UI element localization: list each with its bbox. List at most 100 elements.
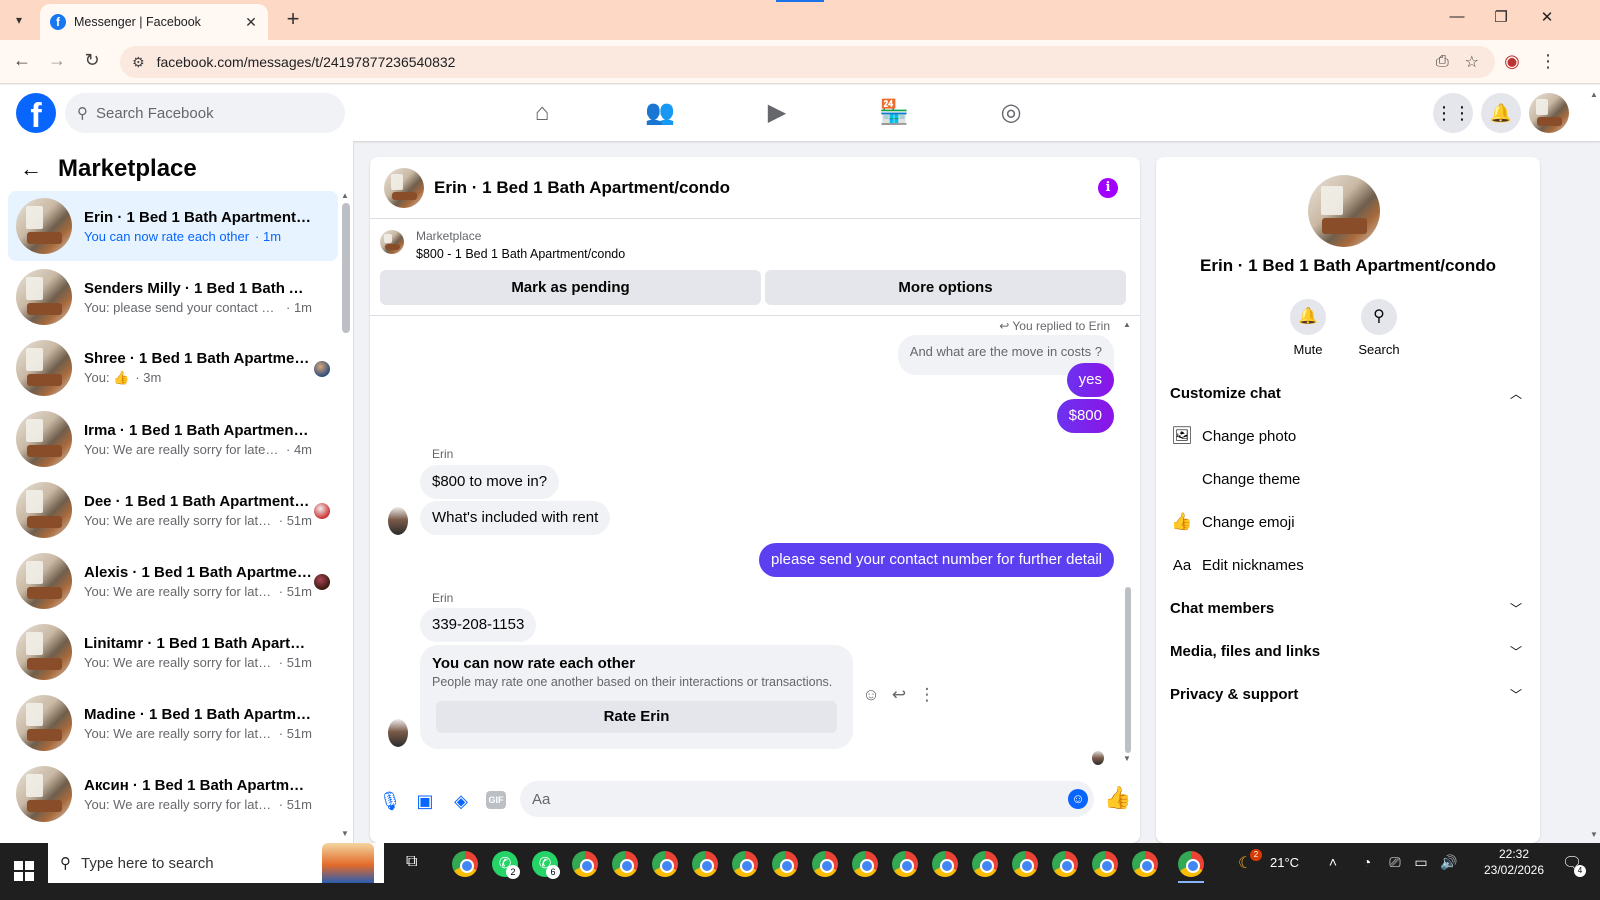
chrome-icon[interactable] xyxy=(1132,851,1158,877)
chrome-icon[interactable] xyxy=(1012,851,1038,877)
window-close-icon[interactable]: ✕ xyxy=(1532,8,1562,26)
mark-as-pending-button[interactable]: Mark as pending xyxy=(380,270,761,305)
task-view-icon[interactable]: ⧉ xyxy=(406,853,417,871)
conversation-item[interactable]: Madine · 1 Bed 1 Bath Apartment/condo Yo… xyxy=(8,688,338,758)
conversation-item[interactable]: Аксин · 1 Bed 1 Bath Apartment/condo You… xyxy=(8,759,338,829)
listing-title[interactable]: $800 - 1 Bed 1 Bath Apartment/condo xyxy=(416,247,625,261)
chrome-icon[interactable] xyxy=(852,851,878,877)
outgoing-message[interactable]: please send your contact number for furt… xyxy=(758,543,1114,577)
friends-icon[interactable]: 👥 xyxy=(643,97,677,129)
photo-icon[interactable]: ▣ xyxy=(413,789,437,813)
bell-icon[interactable]: 🔔 xyxy=(1481,93,1521,133)
meet-now-icon[interactable]: ⎚ xyxy=(1386,854,1404,871)
react-icon[interactable]: ☺ xyxy=(860,685,882,705)
chrome-icon[interactable] xyxy=(692,851,718,877)
chrome-icon[interactable] xyxy=(812,851,838,877)
chrome-icon[interactable] xyxy=(732,851,758,877)
address-bar[interactable]: ⚙ facebook.com/messages/t/24197877236540… xyxy=(120,46,1495,78)
battery-icon[interactable]: ▭ xyxy=(1412,854,1430,871)
conversation-item[interactable]: Alexis · 1 Bed 1 Bath Apartment/condo Yo… xyxy=(8,546,338,616)
chrome-icon[interactable] xyxy=(972,851,998,877)
groups-icon[interactable]: ◎ xyxy=(994,97,1028,129)
home-icon[interactable]: ⌂ xyxy=(525,97,559,129)
reply-icon[interactable]: ↩ xyxy=(888,685,910,705)
scroll-down-icon[interactable]: ▼ xyxy=(1123,754,1131,763)
profile-avatar[interactable] xyxy=(1529,93,1569,133)
list-scrollbar[interactable] xyxy=(342,203,350,333)
change-photo-item[interactable]: 🖼 Change photo xyxy=(1170,418,1526,454)
chat-members-section[interactable]: Chat members ﹀ xyxy=(1170,590,1526,626)
chrome-icon[interactable] xyxy=(1092,851,1118,877)
more-vert-icon[interactable]: ⋮ xyxy=(1536,51,1560,72)
message-input[interactable] xyxy=(520,781,1094,817)
scroll-up-icon[interactable]: ▲ xyxy=(1123,320,1131,329)
conversation-item[interactable]: Erin · 1 Bed 1 Bath Apartment/condo You … xyxy=(8,191,338,261)
info-icon[interactable]: i xyxy=(1098,178,1118,198)
marketplace-icon[interactable]: 🏪 xyxy=(877,97,911,129)
menu-grid-icon[interactable]: ⋮⋮ xyxy=(1433,93,1473,133)
chrome-icon[interactable] xyxy=(932,851,958,877)
like-icon[interactable]: 👍 xyxy=(1104,785,1131,811)
back-icon[interactable]: ← xyxy=(9,50,35,71)
scroll-down-icon[interactable]: ▼ xyxy=(1590,830,1598,839)
temperature[interactable]: 21°C xyxy=(1270,855,1299,870)
conversation-item[interactable]: Shree · 1 Bed 1 Bath Apartment/condo You… xyxy=(8,333,338,403)
browser-tab[interactable]: f Messenger | Facebook ✕ xyxy=(40,4,268,40)
sender-avatar[interactable] xyxy=(388,507,408,535)
incoming-message[interactable]: 339-208-1153 xyxy=(420,608,537,642)
chrome-icon[interactable] xyxy=(572,851,598,877)
chevron-up-icon[interactable]: ˄ xyxy=(1324,854,1342,870)
restore-icon[interactable]: ❐ xyxy=(1486,8,1516,26)
reload-icon[interactable]: ↻ xyxy=(79,50,105,71)
customize-chat-section[interactable]: Customize chat ︿ xyxy=(1170,375,1526,411)
chrome-icon[interactable] xyxy=(652,851,678,877)
change-theme-item[interactable]: Change theme xyxy=(1170,461,1526,497)
star-icon[interactable]: ☆ xyxy=(1465,52,1479,72)
close-icon[interactable]: ✕ xyxy=(242,14,260,31)
scroll-up-icon[interactable]: ▲ xyxy=(1590,90,1598,99)
outgoing-message[interactable]: yes xyxy=(1066,363,1114,397)
gif-icon[interactable]: GIF xyxy=(486,791,506,809)
conversation-item[interactable]: Linitamr · 1 Bed 1 Bath Apartment/condo … xyxy=(8,617,338,687)
facebook-logo-icon[interactable]: f xyxy=(16,93,56,133)
change-emoji-item[interactable]: 👍 Change emoji xyxy=(1170,504,1526,540)
chrome-icon[interactable] xyxy=(772,851,798,877)
network-icon[interactable]: ◔ xyxy=(1358,854,1376,870)
chat-avatar[interactable] xyxy=(384,167,424,208)
profile-avatar-large[interactable] xyxy=(1308,175,1380,247)
search-conversation-button[interactable]: ⚲ Search xyxy=(1349,299,1409,357)
edit-nicknames-item[interactable]: Aa Edit nicknames xyxy=(1170,547,1526,583)
emoji-icon[interactable]: ☺ xyxy=(1068,789,1088,809)
rate-erin-button[interactable]: Rate Erin xyxy=(436,701,837,733)
chrome-icon[interactable] xyxy=(1052,851,1078,877)
tab-list-icon[interactable]: ▾ xyxy=(8,9,30,31)
chrome-icon[interactable] xyxy=(612,851,638,877)
sticker-icon[interactable]: ◈ xyxy=(449,789,473,813)
microphone-icon[interactable]: 🎙 xyxy=(378,789,402,813)
minimize-icon[interactable]: — xyxy=(1442,8,1472,25)
scroll-up-icon[interactable]: ▲ xyxy=(341,191,349,200)
privacy-support-section[interactable]: Privacy & support ﹀ xyxy=(1170,676,1526,712)
plus-icon[interactable]: + xyxy=(281,6,305,32)
forward-icon[interactable]: → xyxy=(44,50,70,71)
clock-date[interactable]: 23/02/2026 xyxy=(1480,863,1548,877)
install-icon[interactable]: ⎙ xyxy=(1436,53,1449,71)
search-input[interactable] xyxy=(96,104,316,122)
chrome-icon[interactable] xyxy=(892,851,918,877)
outgoing-message[interactable]: $800 xyxy=(1056,399,1114,433)
video-icon[interactable]: ▶ xyxy=(760,97,794,129)
url-text[interactable]: facebook.com/messages/t/2419787723654083… xyxy=(157,54,1436,70)
clock-time[interactable]: 22:32 xyxy=(1484,847,1544,861)
more-actions-icon[interactable]: ⋮ xyxy=(916,685,938,705)
incoming-message[interactable]: What's included with rent xyxy=(420,501,611,535)
incoming-message[interactable]: $800 to move in? xyxy=(420,465,560,499)
conversation-item[interactable]: Senders Milly · 1 Bed 1 Bath Apartment/c… xyxy=(8,262,338,332)
site-info-icon[interactable]: ⚙ xyxy=(132,54,145,71)
chrome-icon[interactable] xyxy=(1178,851,1204,877)
media-files-section[interactable]: Media, files and links ﹀ xyxy=(1170,633,1526,669)
chat-title[interactable]: Erin · 1 Bed 1 Bath Apartment/condo xyxy=(434,178,730,198)
more-options-button[interactable]: More options xyxy=(765,270,1126,305)
back-arrow-icon[interactable]: ← xyxy=(20,156,42,182)
volume-icon[interactable]: 🔊 xyxy=(1440,854,1458,871)
taskbar-search[interactable]: ⚲ Type here to search xyxy=(48,843,384,883)
